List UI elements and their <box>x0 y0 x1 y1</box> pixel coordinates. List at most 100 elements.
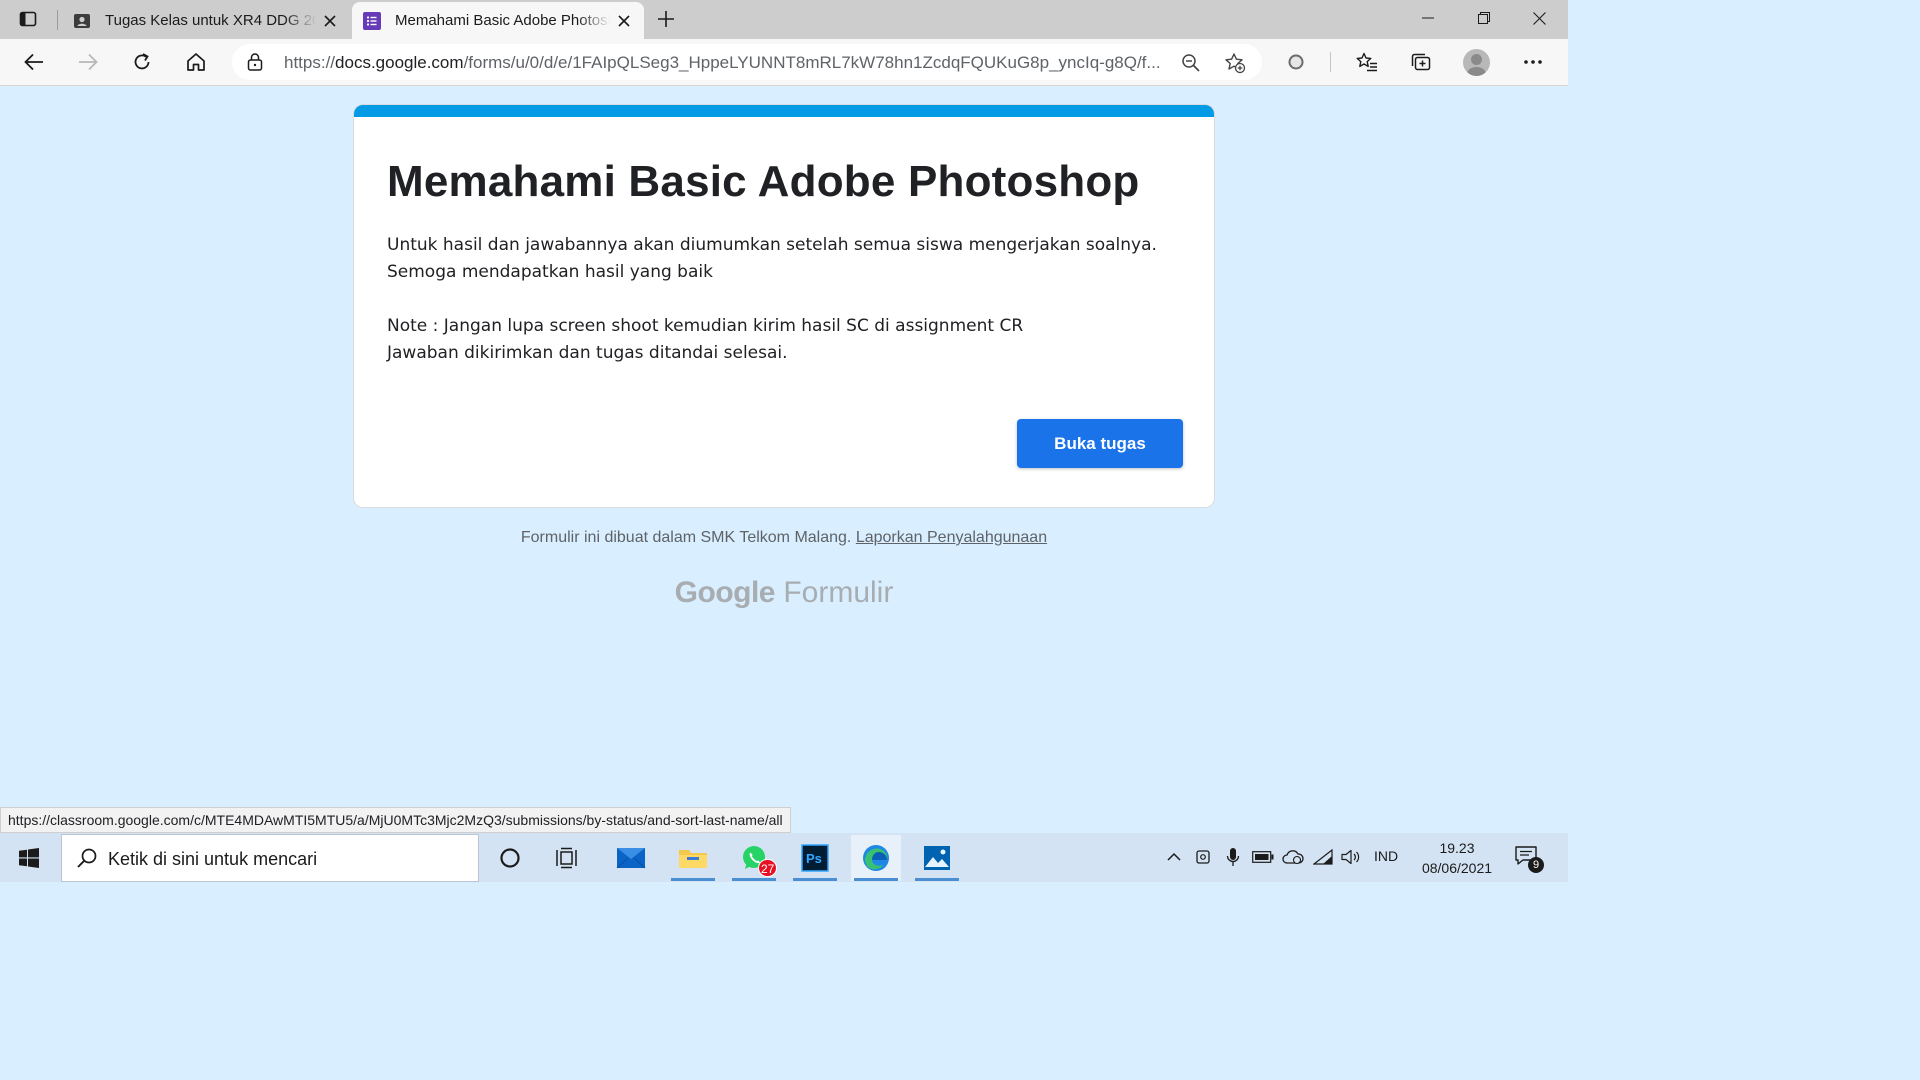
zoom-out-icon <box>1182 54 1200 72</box>
back-button[interactable] <box>16 44 52 80</box>
unread-badge: 27 <box>758 859 778 877</box>
browser-toolbar: https://docs.google.com/forms/u/0/d/e/1F… <box>0 39 1568 86</box>
notification-center-button[interactable]: 9 <box>1514 845 1544 873</box>
forward-button[interactable] <box>70 44 106 80</box>
tab-title: Memahami Basic Adobe Photoshop <box>395 12 610 29</box>
refresh-icon <box>134 53 150 70</box>
refresh-button[interactable] <box>124 44 160 80</box>
photos-app[interactable] <box>912 835 962 881</box>
collections-icon <box>1411 53 1431 71</box>
url-path: /forms/u/0/d/e/1FAIpQLSeg3_HppeLYUNNT8mR… <box>463 53 1161 72</box>
search-icon <box>77 848 97 868</box>
form-title: Memahami Basic Adobe Photoshop <box>387 157 1140 206</box>
notification-count: 9 <box>1528 857 1544 873</box>
input-language[interactable]: IND <box>1374 848 1398 864</box>
url-text[interactable]: https://docs.google.com/forms/u/0/d/e/1F… <box>284 53 1164 73</box>
brand-google: Google <box>674 576 776 609</box>
clock-time: 19.23 <box>1439 840 1475 856</box>
start-button[interactable] <box>8 842 50 874</box>
close-window-button[interactable] <box>1512 0 1567 36</box>
arrow-left-icon <box>24 53 43 71</box>
tab-strip: Tugas Kelas untuk XR4 DDG 20/2 Memahami … <box>0 0 1568 39</box>
description-line: Jawaban dikirimkan dan tugas ditandai se… <box>387 343 788 363</box>
form-footer-note: Formulir ini dibuat dalam SMK Telkom Mal… <box>353 529 1215 547</box>
google-forms-icon <box>363 11 381 30</box>
tab-actions-button[interactable] <box>8 4 48 34</box>
brand-product: Formulir <box>783 576 894 609</box>
extension-icon <box>1288 54 1304 70</box>
tab-actions-icon <box>19 11 37 27</box>
classroom-icon <box>73 12 91 30</box>
lock-icon[interactable] <box>246 52 264 72</box>
meet-now-tray[interactable] <box>1193 845 1215 869</box>
form-card: Memahami Basic Adobe Photoshop Untuk has… <box>353 104 1215 508</box>
close-tab-icon[interactable] <box>610 7 638 35</box>
wifi-tray[interactable] <box>1311 845 1335 869</box>
battery-tray[interactable] <box>1250 845 1276 869</box>
arrow-right-icon <box>79 53 98 71</box>
google-forms-logo[interactable]: Google Formulir <box>353 576 1215 610</box>
folder-icon <box>679 850 707 868</box>
volume-tray[interactable] <box>1339 845 1363 869</box>
close-icon <box>1533 11 1546 25</box>
show-hidden-icons-button[interactable] <box>1163 845 1185 869</box>
extension-button[interactable] <box>1278 44 1314 80</box>
form-description: Untuk hasil dan jawabannya akan diumumka… <box>387 232 1187 367</box>
restore-button[interactable] <box>1456 0 1511 36</box>
battery-icon <box>1252 851 1274 863</box>
new-tab-button[interactable] <box>650 4 682 34</box>
wifi-icon <box>1313 849 1333 865</box>
svg-text:Ps: Ps <box>806 851 822 866</box>
photoshop-icon: Ps <box>801 844 829 872</box>
windows-logo-icon <box>19 848 39 868</box>
photoshop-app[interactable]: Ps <box>790 835 840 881</box>
search-placeholder: Ketik di sini untuk mencari <box>108 849 318 869</box>
edge-browser-app[interactable] <box>851 835 901 881</box>
mail-icon <box>616 848 646 869</box>
restore-icon <box>1477 12 1490 24</box>
toolbar-divider <box>1330 52 1331 72</box>
more-horizontal-icon <box>1524 60 1542 64</box>
add-favorite-button[interactable] <box>1222 50 1248 76</box>
edge-icon <box>863 845 889 871</box>
home-button[interactable] <box>178 44 214 80</box>
description-line: Note : Jangan lupa screen shoot kemudian… <box>387 316 1024 336</box>
taskbar-search[interactable]: Ketik di sini untuk mencari <box>61 834 479 882</box>
url-host: docs.google.com <box>335 53 464 72</box>
photos-icon <box>924 846 950 870</box>
microphone-tray[interactable] <box>1222 845 1244 869</box>
profile-avatar[interactable] <box>1463 49 1490 76</box>
clock-date: 08/06/2021 <box>1421 860 1493 876</box>
favorites-button[interactable] <box>1349 44 1385 80</box>
link-status-bar: https://classroom.google.com/c/MTE4MDAwM… <box>0 807 791 833</box>
plus-icon <box>658 11 674 27</box>
zoom-button[interactable] <box>1178 50 1204 76</box>
task-view-button[interactable] <box>543 835 593 881</box>
clock[interactable]: 19.23 08/06/2021 <box>1412 838 1502 878</box>
camera-icon <box>1196 850 1210 864</box>
open-assignment-button[interactable]: Buka tugas <box>1017 419 1183 468</box>
description-line: Untuk hasil dan jawabannya akan diumumka… <box>387 235 1157 255</box>
onedrive-tray[interactable] <box>1280 845 1306 869</box>
task-view-icon <box>556 847 577 869</box>
address-bar[interactable]: https://docs.google.com/forms/u/0/d/e/1F… <box>232 44 1262 80</box>
minimize-icon <box>1421 17 1434 19</box>
file-explorer-app[interactable] <box>668 835 718 881</box>
tab-classroom[interactable]: Tugas Kelas untuk XR4 DDG 20/2 <box>62 2 350 39</box>
footer-text: Formulir ini dibuat dalam SMK Telkom Mal… <box>520 529 852 546</box>
close-tab-icon[interactable] <box>316 7 344 35</box>
collections-button[interactable] <box>1403 44 1439 80</box>
description-line: Semoga mendapatkan hasil yang baik <box>387 262 713 282</box>
tab-google-form[interactable]: Memahami Basic Adobe Photoshop <box>352 2 644 39</box>
minimize-button[interactable] <box>1400 0 1455 36</box>
cortana-button[interactable] <box>485 835 535 881</box>
mail-app[interactable] <box>606 835 656 881</box>
chevron-up-icon <box>1167 852 1181 861</box>
windows-taskbar: Ketik di sini untuk mencari 27 Ps IND 19… <box>0 833 1568 882</box>
report-abuse-link[interactable]: Laporkan Penyalahgunaan <box>856 529 1047 546</box>
cortana-icon <box>500 848 520 868</box>
favorites-icon <box>1356 52 1377 72</box>
settings-more-button[interactable] <box>1515 44 1551 80</box>
whatsapp-app[interactable]: 27 <box>729 835 779 881</box>
